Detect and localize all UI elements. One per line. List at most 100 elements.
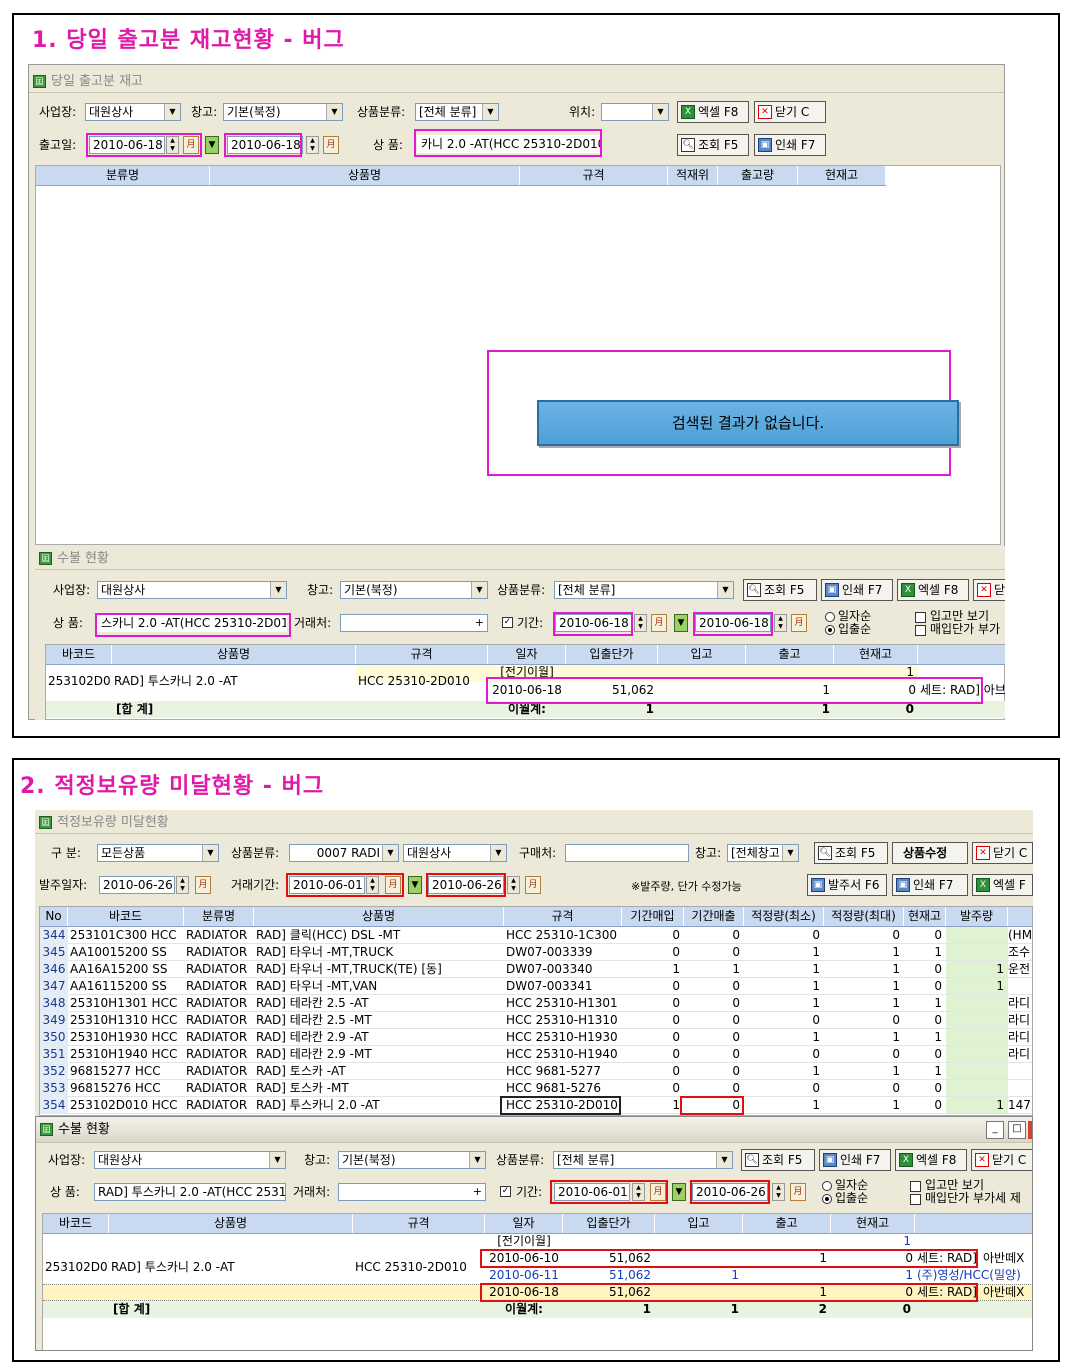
row-barcode[interactable]: 253102D01: [45, 1259, 109, 1276]
table-row[interactable]: 351 25310H1940 HCC RADIATOR RAD] 테라칸 2.9 -M…: [40, 1046, 1032, 1063]
cell-max[interactable]: 1: [824, 944, 900, 961]
type-select[interactable]: 모든상품 ▼: [97, 844, 219, 862]
col-period-sell[interactable]: 기간매출: [684, 907, 744, 926]
table-row[interactable]: 350 25310H1930 HCC RADIATOR RAD] 테라칸 2.9 -A…: [40, 1029, 1032, 1046]
row-number[interactable]: 349: [40, 1012, 68, 1029]
cell-min[interactable]: 1: [744, 995, 820, 1012]
row-barcode[interactable]: 253102D01: [48, 673, 112, 690]
cell-spec[interactable]: HCC 25310-H1930: [506, 1029, 622, 1046]
row-number[interactable]: 345: [40, 944, 68, 961]
cell-order[interactable]: [946, 944, 1004, 961]
cell-extra[interactable]: 147: [1008, 1097, 1032, 1114]
entry-stock[interactable]: 1: [831, 1267, 913, 1284]
ledger2-product-input[interactable]: RAD] 투스카니 2.0 -AT(HCC 2531: [94, 1183, 286, 1201]
table-row[interactable]: 348 25310H1301 HCC RADIATOR RAD] 테라칸 2.5 -A…: [40, 995, 1032, 1012]
cell-name[interactable]: RAD] 클릭(HCC) DSL -MT: [256, 927, 504, 944]
carry-label[interactable]: [전기이월]: [485, 1233, 563, 1250]
cell-order[interactable]: [946, 995, 1004, 1012]
order-date-input[interactable]: 2010-06-26: [99, 876, 175, 894]
row-number[interactable]: 354: [40, 1097, 68, 1114]
range-dropdown-icon[interactable]: ▼: [205, 136, 219, 154]
close-button[interactable]: ✕ 닫기 C: [972, 842, 1033, 864]
row-number[interactable]: 353: [40, 1080, 68, 1097]
category-select[interactable]: 0007 RADI ▼: [289, 844, 399, 862]
cell-buy[interactable]: 0: [622, 944, 680, 961]
cell-sell[interactable]: 0: [684, 1012, 740, 1029]
ledger2-warehouse-select[interactable]: 기본(북정) ▼: [338, 1151, 486, 1169]
ledger-excel-button[interactable]: X 엑셀 F8: [897, 579, 969, 601]
cell-cat[interactable]: RADIATOR: [186, 1012, 254, 1029]
cell-name[interactable]: RAD] 테라칸 2.5 -AT: [256, 995, 504, 1012]
cell-stock[interactable]: 0: [904, 1012, 942, 1029]
row-number[interactable]: 346: [40, 961, 68, 978]
cell-barcode[interactable]: AA16A15200 SS: [70, 961, 184, 978]
col-name[interactable]: 상품명: [254, 907, 504, 926]
cell-order[interactable]: 1: [946, 978, 1004, 995]
ledger2-excel-button[interactable]: X 엑셀 F8: [895, 1149, 967, 1171]
row-number[interactable]: 347: [40, 978, 68, 995]
cell-max[interactable]: 1: [824, 995, 900, 1012]
cell-barcode[interactable]: 25310H1310 HCC: [70, 1012, 184, 1029]
cell-cat[interactable]: RADIATOR: [186, 927, 254, 944]
col-name[interactable]: 상품명: [109, 1214, 353, 1233]
cell-barcode[interactable]: 253101C300 HCC: [70, 927, 184, 944]
col-price[interactable]: 입출단가: [563, 1214, 655, 1233]
cell-extra[interactable]: 라디: [1008, 1029, 1032, 1046]
cell-extra[interactable]: [1008, 1063, 1032, 1080]
cell-name[interactable]: RAD] 타우너 -MT,VAN: [256, 978, 504, 995]
calendar-icon[interactable]: 月: [323, 136, 339, 154]
cell-max[interactable]: 0: [824, 1080, 900, 1097]
col-spec[interactable]: 규격: [504, 907, 622, 926]
entry-note-2[interactable]: 아반떼X: [983, 1284, 1032, 1301]
cell-extra[interactable]: [1008, 978, 1032, 995]
col-spec[interactable]: 규격: [520, 166, 668, 185]
carry-stock[interactable]: 1: [831, 1233, 911, 1250]
ledger2-print-button[interactable]: ▣ 인쇄 F7: [819, 1149, 891, 1171]
col-stock[interactable]: 현재고: [904, 907, 946, 926]
warehouse-select[interactable]: 기본(북정) ▼: [223, 103, 343, 121]
row-name[interactable]: RAD] 투스카니 2.0 -AT: [111, 1259, 351, 1276]
cell-barcode[interactable]: 96815276 HCC: [70, 1080, 184, 1097]
ledger-business-select[interactable]: 대원상사 ▼: [97, 581, 287, 599]
cell-name[interactable]: RAD] 토스카 -AT: [256, 1063, 504, 1080]
cell-stock[interactable]: 1: [904, 944, 942, 961]
cell-min[interactable]: 1: [744, 944, 820, 961]
business-select[interactable]: 대원상사 ▼: [85, 103, 181, 121]
table-row[interactable]: 344 253101C300 HCC RADIATOR RAD] 클릭(HCC) DS…: [40, 927, 1032, 944]
cell-spec[interactable]: DW07-003340: [506, 961, 622, 978]
cell-stock[interactable]: 0: [904, 961, 942, 978]
cell-barcode[interactable]: AA16115200 SS: [70, 978, 184, 995]
cell-name[interactable]: RAD] 테라칸 2.5 -MT: [256, 1012, 504, 1029]
cell-extra[interactable]: 운전: [1008, 961, 1032, 978]
cell-sell[interactable]: 0: [684, 1029, 740, 1046]
excel-button[interactable]: X 엑셀 F: [972, 874, 1033, 896]
cell-min[interactable]: 0: [744, 1012, 820, 1029]
cell-extra[interactable]: 라디: [1008, 1046, 1032, 1063]
in-only-checkbox[interactable]: [915, 612, 926, 623]
location-select[interactable]: ▼: [601, 103, 669, 121]
business-select[interactable]: 대원상사 ▼: [403, 844, 507, 862]
col-category[interactable]: 분류명: [184, 907, 254, 926]
cell-min[interactable]: 1: [744, 978, 820, 995]
cell-extra[interactable]: 라디: [1008, 995, 1032, 1012]
table-row[interactable]: 345 AA10015200 SS RADIATOR RAD] 타우너 -MT,TRU…: [40, 944, 1032, 961]
cell-name[interactable]: RAD] 타우너 -MT,TRUCK: [256, 944, 504, 961]
category-select[interactable]: [전체 분류] ▼: [415, 103, 499, 121]
cell-sell[interactable]: 0: [684, 978, 740, 995]
calendar-icon[interactable]: 月: [791, 614, 807, 632]
period-checkbox[interactable]: ✓: [502, 617, 513, 628]
ledger-search-button[interactable]: 🔍︎ 조회 F5: [743, 579, 817, 601]
cell-buy[interactable]: 0: [622, 995, 680, 1012]
cell-spec[interactable]: DW07-003339: [506, 944, 622, 961]
cell-stock[interactable]: 1: [904, 995, 942, 1012]
col-out[interactable]: 출고: [743, 1214, 831, 1233]
cell-name[interactable]: RAD] 토스카 -MT: [256, 1080, 504, 1097]
cell-min[interactable]: 0: [744, 1046, 820, 1063]
cell-max[interactable]: 0: [824, 927, 900, 944]
col-date[interactable]: 일자: [488, 645, 566, 664]
cell-stock[interactable]: 1: [904, 1029, 942, 1046]
cell-stock[interactable]: 1: [904, 1063, 942, 1080]
row-spec[interactable]: HCC 25310-2D010: [358, 673, 488, 690]
print-button[interactable]: ▣ 인쇄 F7: [892, 874, 968, 896]
ledger2-period-checkbox[interactable]: ✓: [500, 1186, 511, 1197]
